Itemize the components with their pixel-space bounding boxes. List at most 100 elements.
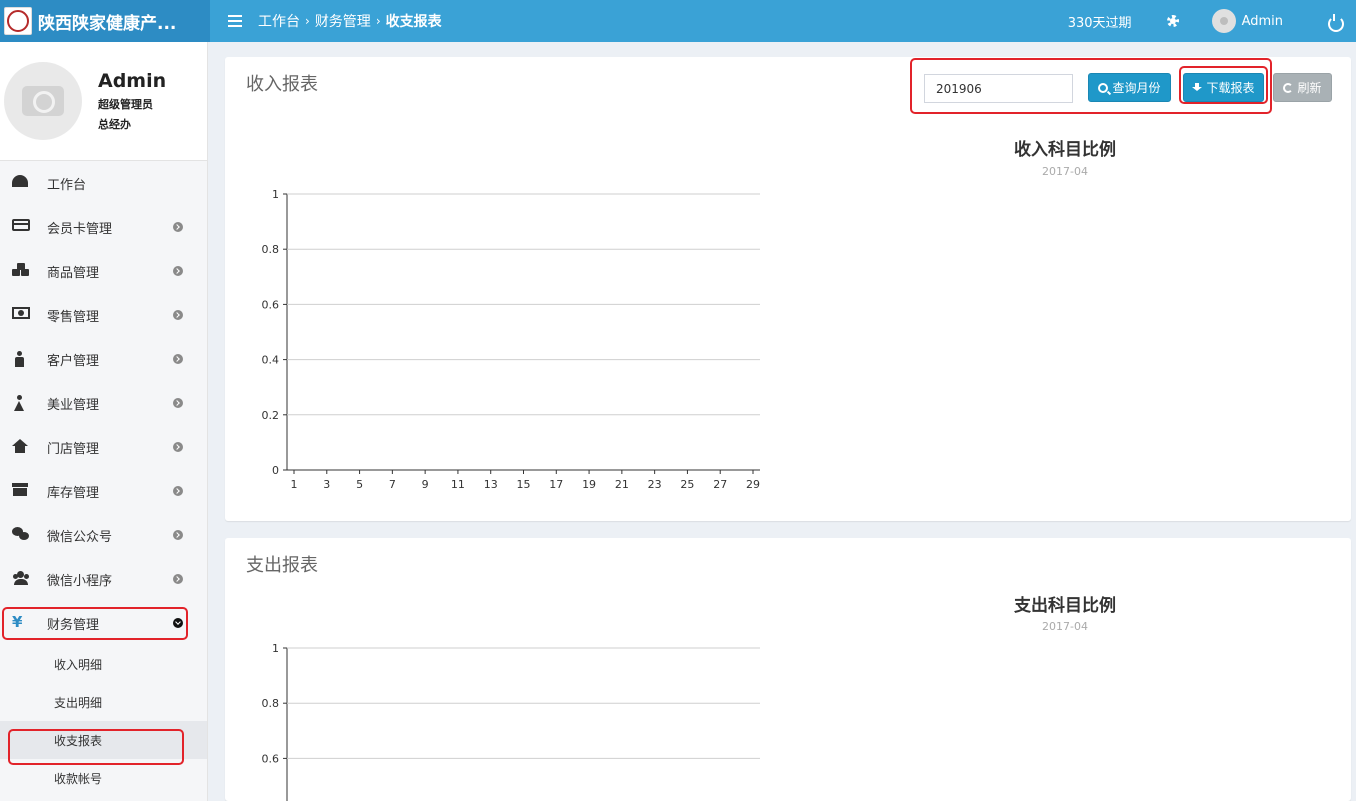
sidebar-item-label: 零售管理 <box>47 309 100 325</box>
chevron-right-icon <box>173 310 183 320</box>
y-tick-label: 0.8 <box>262 243 280 256</box>
sidebar-item-label: 会员卡管理 <box>47 221 113 237</box>
breadcrumb-item-workbench[interactable]: 工作台 <box>258 11 300 31</box>
breadcrumb-separator-icon: › <box>305 14 310 28</box>
sidebar-item-stores[interactable]: 门店管理 <box>0 425 207 469</box>
y-tick-label: 1 <box>272 642 279 655</box>
y-tick-label: 0.6 <box>262 298 280 311</box>
chevron-right-icon <box>173 486 183 496</box>
expense-report-box: 支出报表 0.6 0.8 1 支出科目比例 2017-04 <box>225 538 1351 801</box>
expense-pie-subtitle: 2017-04 <box>1042 620 1088 633</box>
download-report-label: 下载报表 <box>1206 81 1255 95</box>
sidebar-subitem-income-detail[interactable]: 收入明细 <box>0 645 207 683</box>
sidebar-item-wechat-miniprogram[interactable]: 微信小程序 <box>0 557 207 601</box>
finance-submenu: 收入明细 支出明细 收支报表 收款帐号 <box>0 645 207 797</box>
x-tick-label: 11 <box>451 478 465 491</box>
sidebar-user-name: Admin <box>98 70 167 92</box>
chevron-right-icon <box>173 266 183 276</box>
x-tick-label: 3 <box>323 478 330 491</box>
x-tick-label: 17 <box>549 478 563 491</box>
chevron-right-icon <box>173 222 183 232</box>
x-tick-label: 15 <box>517 478 531 491</box>
sidebar-item-retail[interactable]: 零售管理 <box>0 293 207 337</box>
sidebar-item-label: 商品管理 <box>47 265 100 281</box>
x-tick-label: 5 <box>356 478 363 491</box>
expense-bar-chart: 0.6 0.8 1 <box>262 642 760 801</box>
sidebar-item-label: 美业管理 <box>47 397 100 413</box>
sidebar-item-products[interactable]: 商品管理 <box>0 249 207 293</box>
y-tick-label: 0.8 <box>262 697 280 710</box>
y-tick-label: 0.6 <box>262 752 280 765</box>
license-expire-text: 330天过期 <box>1067 15 1132 31</box>
user-menu[interactable]: Admin <box>1211 9 1283 33</box>
y-tick-label: 0 <box>272 464 279 477</box>
x-tick-label: 21 <box>615 478 629 491</box>
chevron-right-icon <box>173 354 183 364</box>
refresh-icon <box>1283 82 1294 93</box>
breadcrumb-item-finance[interactable]: 财务管理 <box>315 11 371 31</box>
month-input[interactable] <box>924 74 1073 103</box>
sidebar-user-role: 超级管理员 <box>98 98 153 111</box>
male-icon <box>15 351 24 367</box>
wechat-icon <box>12 527 30 541</box>
user-photo-placeholder-icon <box>4 62 82 140</box>
sidebar-subitem-report[interactable]: 收支报表 <box>0 721 207 759</box>
x-tick-label: 29 <box>746 478 760 491</box>
sidebar-item-wechat-official[interactable]: 微信公众号 <box>0 513 207 557</box>
chevron-right-icon <box>173 530 183 540</box>
sidebar-item-beauty[interactable]: 美业管理 <box>0 381 207 425</box>
avatar <box>1211 9 1236 33</box>
expense-pie-title: 支出科目比例 <box>1014 596 1116 616</box>
sidebar-item-inventory[interactable]: 库存管理 <box>0 469 207 513</box>
top-navbar: 工作台 › 财务管理 › 收支报表 330天过期 Admin <box>210 0 1356 42</box>
download-report-button[interactable]: 下载报表 <box>1183 73 1264 102</box>
chevron-right-icon <box>173 574 183 584</box>
refresh-button[interactable]: 刷新 <box>1273 73 1332 102</box>
cubes-icon <box>12 263 30 276</box>
sidebar-item-label: 门店管理 <box>47 441 100 457</box>
sidebar-toggle-icon[interactable] <box>228 15 242 27</box>
y-tick-label: 1 <box>272 188 279 201</box>
sidebar-menu: 工作台 会员卡管理 商品管理 零售管理 客户管理 美业管理 门店管理 库存管理 … <box>0 161 207 645</box>
download-icon <box>1192 82 1203 93</box>
sidebar-item-workbench[interactable]: 工作台 <box>0 161 207 205</box>
sidebar-subitem-accounts[interactable]: 收款帐号 <box>0 759 207 797</box>
sidebar-item-member-card[interactable]: 会员卡管理 <box>0 205 207 249</box>
home-icon <box>12 439 28 453</box>
sidebar-subitem-expense-detail[interactable]: 支出明细 <box>0 683 207 721</box>
breadcrumb-separator-icon: › <box>375 14 381 28</box>
query-month-label: 查询月份 <box>1112 81 1161 95</box>
x-tick-label: 7 <box>389 478 396 491</box>
y-tick-label: 0.4 <box>262 354 280 367</box>
chevron-right-icon <box>173 442 183 452</box>
app-logo[interactable]: 陕西陕家健康产... <box>0 0 210 42</box>
x-tick-label: 23 <box>648 478 662 491</box>
income-report-box: 收入报表 查询月份 下载报表 刷新 00.20.40.60.8113579111… <box>225 57 1351 521</box>
query-month-button[interactable]: 查询月份 <box>1088 73 1171 102</box>
sidebar: Admin 超级管理员 总经办 工作台 会员卡管理 商品管理 零售管理 客户管理 <box>0 42 208 801</box>
gear-icon[interactable] <box>1166 14 1180 28</box>
seal-logo-icon <box>4 7 32 35</box>
breadcrumb: 工作台 › 财务管理 › 收支报表 <box>258 11 442 31</box>
sidebar-item-label: 微信公众号 <box>47 529 113 545</box>
sidebar-item-label: 财务管理 <box>47 617 100 633</box>
income-bar-chart: 00.20.40.60.811 3 5 7 9 11 13 15 17 19 21 23 25 27 29 <box>262 188 760 491</box>
sidebar-user-dept: 总经办 <box>98 118 131 131</box>
yen-icon: ¥ <box>12 613 23 631</box>
chevron-right-icon <box>173 398 183 408</box>
sidebar-item-customers[interactable]: 客户管理 <box>0 337 207 381</box>
y-tick-label: 0.2 <box>262 409 280 422</box>
search-icon <box>1098 82 1109 93</box>
power-icon[interactable] <box>1327 14 1344 32</box>
sidebar-item-finance[interactable]: ¥ 财务管理 <box>0 601 207 645</box>
female-icon <box>14 395 24 411</box>
x-tick-label: 27 <box>713 478 727 491</box>
x-tick-label: 1 <box>291 478 298 491</box>
income-pie-title: 收入科目比例 <box>1014 140 1116 160</box>
chevron-down-icon <box>173 618 183 628</box>
sidebar-item-label: 工作台 <box>47 177 87 193</box>
x-tick-label: 19 <box>582 478 596 491</box>
app-name: 陕西陕家健康产... <box>38 13 177 34</box>
sidebar-item-label: 微信小程序 <box>47 573 113 589</box>
income-pie-subtitle: 2017-04 <box>1042 165 1088 178</box>
